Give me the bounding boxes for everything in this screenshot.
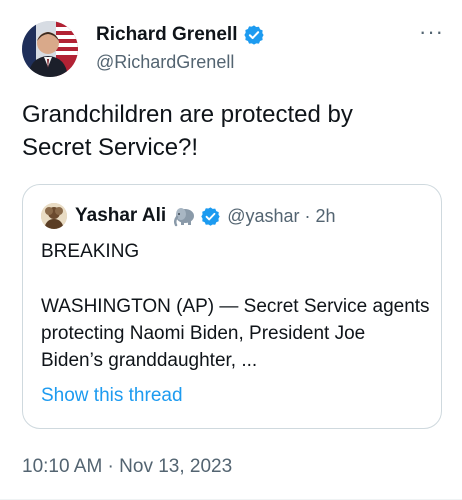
quoted-avatar-image [41, 203, 67, 229]
author-name[interactable]: Richard Grenell [96, 24, 265, 46]
author-avatar[interactable] [22, 21, 78, 77]
quoted-breaking-label: BREAKING [41, 241, 140, 262]
quoted-separator: · [304, 205, 311, 226]
quoted-verified-badge-icon [200, 206, 221, 227]
quoted-tweet-text: WASHINGTON (AP) — Secret Service agents … [41, 296, 430, 371]
tweet-text: Grandchildren are protected by Secret Se… [22, 101, 353, 161]
elephant-emoji-icon [172, 205, 196, 227]
avatar-image [22, 21, 78, 77]
quoted-author-name[interactable]: Yashar Ali [75, 205, 166, 227]
quoted-author-handle[interactable]: @yashar [227, 206, 299, 227]
author-name-text[interactable]: Richard Grenell [96, 24, 238, 46]
author-handle[interactable]: @RichardGrenell [96, 52, 234, 73]
tweet-timestamp[interactable]: 10:10 AM · Nov 13, 2023 [22, 456, 232, 478]
more-options-icon[interactable]: ··· [419, 21, 444, 43]
verified-badge-icon [243, 24, 265, 46]
quoted-author-avatar[interactable] [41, 203, 67, 229]
quoted-tweet-header: Yashar Ali @yashar · 2h [41, 203, 336, 229]
show-thread-link[interactable]: Show this thread [41, 385, 183, 407]
quoted-time[interactable]: 2h [316, 206, 336, 227]
quoted-tweet-card[interactable]: Yashar Ali @yashar · 2h BREAKING WASHING… [22, 184, 442, 429]
